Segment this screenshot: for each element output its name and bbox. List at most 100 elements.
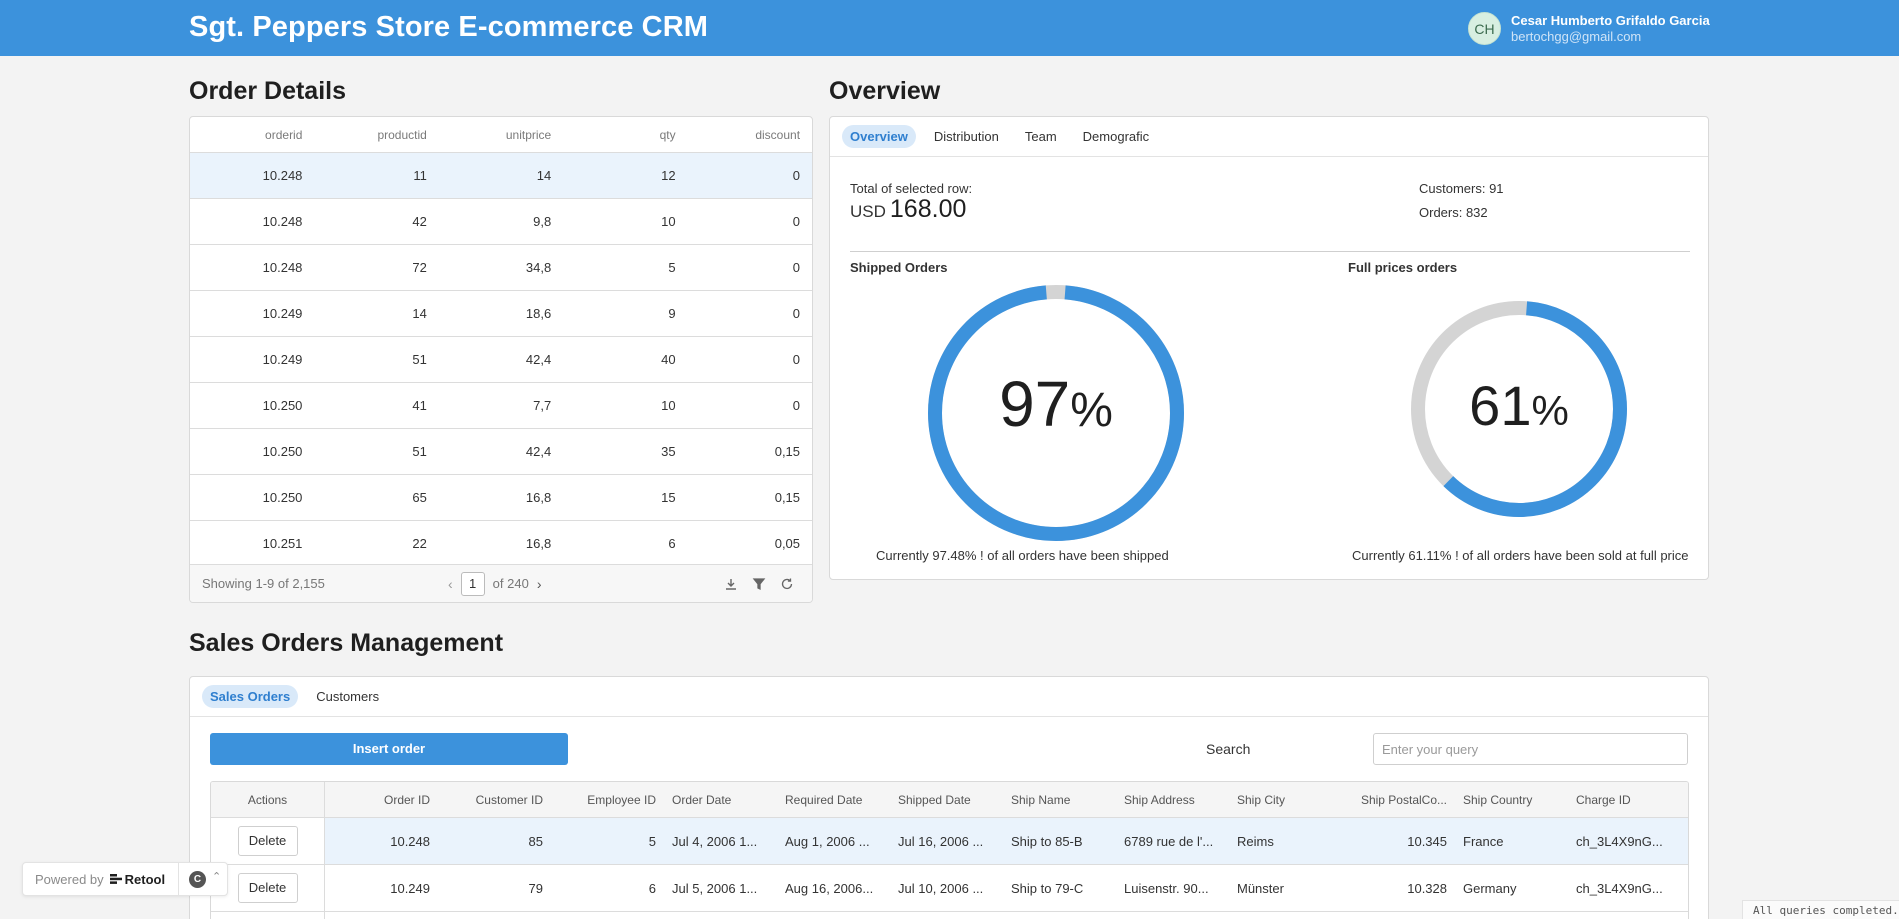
- column-header-discount[interactable]: discount: [688, 117, 812, 152]
- column-header-qty[interactable]: qty: [563, 117, 687, 152]
- column-header-ship-postal[interactable]: Ship PostalCo...: [1342, 782, 1455, 817]
- table-row[interactable]: 10.249 51 42,4 40 0: [190, 337, 812, 383]
- table-row[interactable]: 10.250 65 16,8 15 0,15: [190, 475, 812, 521]
- cell-productid: 72: [412, 260, 427, 275]
- app-header: Sgt. Peppers Store E-commerce CRM CH Ces…: [0, 0, 1899, 56]
- insert-order-button[interactable]: Insert order: [210, 733, 568, 765]
- column-header-charge-id[interactable]: Charge ID: [1568, 782, 1678, 817]
- cell-qty: 9: [668, 306, 676, 321]
- column-header-productid[interactable]: productid: [314, 117, 438, 152]
- cell-discount: 0: [792, 352, 801, 367]
- overview-panel: Overview Distribution Team Demografic To…: [829, 116, 1709, 580]
- avatar[interactable]: CH: [1468, 12, 1501, 45]
- column-header-customer-id[interactable]: Customer ID: [438, 782, 551, 817]
- table-row[interactable]: 10.249 14 18,6 9 0: [190, 291, 812, 337]
- cell-employee-id: 6: [648, 880, 656, 896]
- cell-productid: 11: [413, 168, 427, 183]
- table-row[interactable]: Delete 10.249 79 6 Jul 5, 2006 1... Aug …: [211, 865, 1688, 912]
- divider: [178, 863, 179, 895]
- cell-qty: 10: [661, 398, 676, 413]
- tab-sales-orders[interactable]: Sales Orders: [202, 685, 299, 708]
- full-price-percent-sign: %: [1531, 387, 1569, 434]
- tab-customers[interactable]: Customers: [308, 685, 387, 708]
- total-amount: USD 168.00: [850, 195, 966, 224]
- column-header-employee-id[interactable]: Employee ID: [551, 782, 664, 817]
- sales-panel: Sales Orders Customers Insert order Sear…: [189, 676, 1709, 919]
- download-icon[interactable]: [724, 577, 738, 591]
- cell-qty: 10: [661, 214, 676, 229]
- retool-brand: Retool: [124, 871, 166, 887]
- query-status: All queries completed.: [1742, 900, 1899, 919]
- column-header-ship-name[interactable]: Ship Name: [1003, 782, 1116, 817]
- column-header-unitprice[interactable]: unitprice: [439, 117, 563, 152]
- next-page-icon[interactable]: ›: [537, 576, 542, 592]
- user-profile[interactable]: CH Cesar Humberto Grifaldo Garcia bertoc…: [1468, 12, 1710, 45]
- search-input[interactable]: [1373, 733, 1688, 765]
- column-header-orderid[interactable]: orderid: [190, 117, 314, 152]
- cell-discount: 0: [792, 306, 801, 321]
- table-row[interactable]: 10.248 11 14 12 0: [190, 153, 812, 199]
- column-header-actions[interactable]: Actions: [211, 782, 325, 817]
- table-row[interactable]: 10.248 72 34,8 5 0: [190, 245, 812, 291]
- overview-title: Overview: [829, 77, 941, 105]
- column-header-ship-country[interactable]: Ship Country: [1455, 782, 1568, 817]
- delete-button[interactable]: Delete: [237, 873, 298, 903]
- powered-by-badge[interactable]: Powered by Retool C ⌃: [22, 862, 228, 896]
- table-row[interactable]: 10.250 51 42,4 35 0,15: [190, 429, 812, 475]
- table-header: orderid productid unitprice qty discount: [190, 117, 812, 153]
- cell-unitprice: 18,6: [525, 306, 552, 321]
- cell-employee-id: 5: [648, 833, 656, 849]
- table-row[interactable]: Delete 10.248 85 5 Jul 4, 2006 1... Aug …: [211, 818, 1688, 865]
- column-header-ship-address[interactable]: Ship Address: [1116, 782, 1229, 817]
- cell-ship-name: Ship to 85-B: [1011, 833, 1083, 849]
- actions-cell: Delete: [211, 912, 325, 919]
- cell-discount: 0,05: [774, 536, 801, 551]
- column-header-order-id[interactable]: Order ID: [325, 782, 438, 817]
- powered-by-label: Powered by: [35, 871, 104, 887]
- cell-productid: 65: [412, 490, 427, 505]
- tab-distribution[interactable]: Distribution: [926, 125, 1007, 148]
- delete-button[interactable]: Delete: [237, 826, 298, 856]
- column-header-order-date[interactable]: Order Date: [664, 782, 777, 817]
- shipped-percent-sign: %: [1070, 384, 1113, 437]
- cell-ship-city: Reims: [1237, 833, 1274, 849]
- cell-qty: 40: [661, 352, 676, 367]
- tab-overview[interactable]: Overview: [842, 125, 916, 148]
- table-row[interactable]: 10.251 22 16,8 6 0,05: [190, 521, 812, 567]
- row-count-text: Showing 1-9 of 2,155: [202, 576, 325, 591]
- page-number-input[interactable]: 1: [460, 571, 485, 596]
- cell-unitprice: 16,8: [525, 536, 552, 551]
- actions-cell: Delete: [211, 818, 325, 864]
- cell-orderid: 10.250: [262, 398, 303, 413]
- cell-unitprice: 9,8: [533, 214, 552, 229]
- filter-icon[interactable]: [752, 577, 766, 591]
- cell-productid: 51: [412, 444, 427, 459]
- tab-demografic[interactable]: Demografic: [1075, 125, 1157, 148]
- cell-orderid: 10.249: [262, 352, 303, 367]
- refresh-icon[interactable]: [780, 577, 794, 591]
- table-row[interactable]: 10.250 41 7,7 10 0: [190, 383, 812, 429]
- retool-icon: [109, 874, 122, 884]
- cell-discount: 0: [792, 168, 801, 183]
- app-title: Sgt. Peppers Store E-commerce CRM: [189, 11, 708, 43]
- cell-productid: 42: [412, 214, 427, 229]
- column-header-ship-city[interactable]: Ship City: [1229, 782, 1342, 817]
- column-header-required-date[interactable]: Required Date: [777, 782, 890, 817]
- table-header: Actions Order ID Customer ID Employee ID…: [211, 782, 1688, 818]
- orders-count: Orders: 832: [1419, 205, 1488, 220]
- chevron-up-icon[interactable]: ⌃: [212, 870, 221, 883]
- cell-discount: 0,15: [774, 490, 801, 505]
- cell-ship-postal: 10.345: [1407, 833, 1447, 849]
- order-details-title: Order Details: [189, 77, 347, 105]
- cell-order-date: Jul 4, 2006 1...: [672, 833, 758, 849]
- cell-ship-country: Germany: [1463, 880, 1517, 896]
- prev-page-icon[interactable]: ‹: [448, 576, 453, 592]
- badge-icon[interactable]: C: [189, 871, 206, 888]
- column-header-shipped-date[interactable]: Shipped Date: [890, 782, 1003, 817]
- table-row[interactable]: 10.248 42 9,8 10 0: [190, 199, 812, 245]
- tab-team[interactable]: Team: [1017, 125, 1065, 148]
- pagination: ‹ 1 of 240 ›: [448, 571, 542, 596]
- cell-productid: 51: [412, 352, 427, 367]
- cell-required-date: Aug 16, 2006...: [785, 880, 874, 896]
- table-row[interactable]: Delete: [211, 912, 1688, 919]
